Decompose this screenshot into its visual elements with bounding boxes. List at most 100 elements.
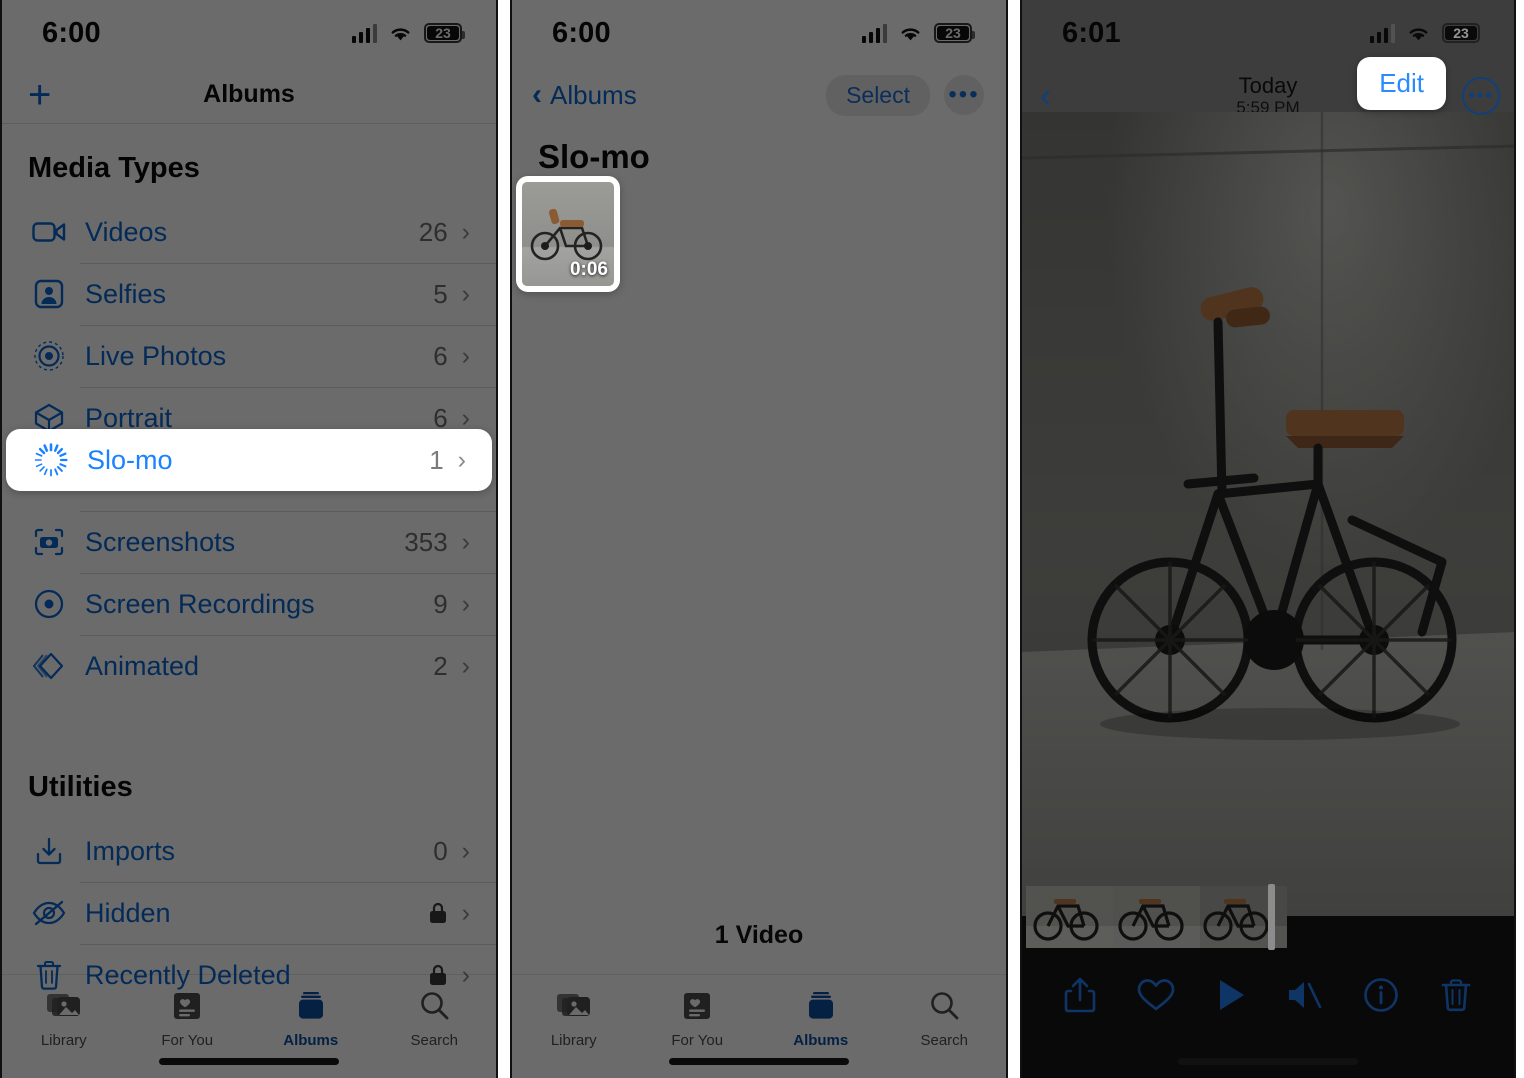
favorite-button[interactable] [1137,978,1175,1012]
battery-icon: 23 [424,23,465,43]
tab-label: Library [550,1032,597,1049]
chevron-right-icon: › [461,898,470,927]
filmstrip-playhead[interactable] [1268,884,1275,950]
status-time: 6:00 [42,16,101,49]
tab-label: Search [410,1032,459,1049]
imports-icon [26,831,72,871]
more-options-button[interactable]: ••• [944,75,984,115]
select-button[interactable]: Select [826,74,930,116]
list-item-count: 0 [433,835,448,866]
info-button[interactable] [1363,977,1399,1013]
list-item-label: Animated [85,650,200,681]
battery-icon: 23 [934,23,975,43]
chevron-right-icon: › [461,279,470,308]
animated-icon [26,646,72,686]
add-album-button[interactable]: + [28,75,51,115]
list-item-count: 353 [404,526,448,557]
lock-icon [428,901,462,925]
list-item-slomo-highlighted[interactable]: Slo-mo 1 › [6,429,492,491]
chevron-right-icon: › [461,217,470,246]
albums-icon [295,987,327,1025]
screen-recording-icon [26,584,72,624]
list-item-count: 5 [433,278,448,309]
video-thumbnail-highlighted[interactable]: 0:06 [516,176,620,292]
nav-bar: ‹ Albums Select ••• [512,66,1006,124]
edit-button-highlighted[interactable]: Edit [1357,57,1446,110]
list-item-label: Hidden [85,897,171,928]
phone-panel-slomo-album: 6:00 23 ‹ Albums Select ••• Slo-mo 1 Vid… [510,0,1008,1078]
screenshot-camera-icon [26,522,72,562]
panel-gap [498,0,510,1078]
tab-albums[interactable]: Albums [759,987,883,1049]
play-button[interactable] [1216,978,1246,1012]
tab-library[interactable]: Library [512,987,636,1049]
list-item-videos[interactable]: Videos 26 › [2,201,496,263]
battery-percent: 23 [1453,25,1469,41]
video-camera-icon [26,212,72,252]
video-filmstrip[interactable] [1026,886,1288,948]
three-panel-screenshot: 6:00 23 + Albums Media Types Videos 26 ›… [0,0,1524,1078]
list-item-count: 6 [433,340,448,371]
filmstrip-frame[interactable] [1113,886,1200,948]
video-toolbar [1022,964,1514,1026]
albums-icon [805,987,837,1025]
photo-viewer[interactable] [1022,112,1514,916]
list-item-imports[interactable]: Imports 0 › [2,820,496,882]
cellular-bars-icon [861,23,887,43]
list-item-label: Videos [85,216,168,247]
share-button[interactable] [1064,977,1096,1013]
section-header-media-types: Media Types [28,152,200,184]
tab-for-you[interactable]: For You [636,987,760,1049]
delete-button[interactable] [1440,978,1472,1012]
video-thumbnail[interactable]: 0:06 [522,182,614,286]
chevron-left-icon: ‹ [532,78,542,111]
back-label: Albums [550,79,637,110]
filmstrip-frame[interactable] [1026,886,1113,948]
tab-label: Search [920,1032,969,1049]
list-item-label: Slo-mo [87,444,173,475]
more-options-button[interactable]: ••• [1462,77,1500,115]
cellular-bars-icon [1369,23,1395,43]
list-item-animated[interactable]: Animated 2 › [2,635,496,697]
list-item-hidden[interactable]: Hidden › [2,882,496,944]
mute-button[interactable] [1286,978,1322,1012]
hidden-eye-icon [26,893,72,933]
section-header-utilities: Utilities [28,771,133,803]
list-item-label: Screenshots [85,526,236,557]
chevron-right-icon: › [461,341,470,370]
list-item-label: Screen Recordings [85,588,315,619]
tab-search[interactable]: Search [883,987,1007,1049]
tab-for-you[interactable]: For You [126,987,250,1049]
for-you-icon [172,987,202,1025]
list-item-live-photos[interactable]: Live Photos 6 › [2,325,496,387]
phone-panel-albums: 6:00 23 + Albums Media Types Videos 26 ›… [0,0,498,1078]
chevron-right-icon: › [457,445,466,474]
back-to-albums-button[interactable]: ‹ Albums [532,80,637,111]
tab-search[interactable]: Search [373,987,497,1049]
back-button[interactable]: ‹ [1040,79,1051,113]
list-item-label: Live Photos [85,340,227,371]
tab-library[interactable]: Library [2,987,126,1049]
chevron-right-icon: › [461,527,470,556]
search-icon [928,987,960,1025]
list-item-screen-recordings[interactable]: Screen Recordings 9 › [2,573,496,635]
selfie-portrait-icon [26,274,72,314]
home-indicator [669,1058,849,1065]
list-item-selfies[interactable]: Selfies 5 › [2,263,496,325]
wifi-icon [388,24,413,43]
phone-panel-video-viewer: 6:01 23 ‹ Today 5:59 PM ••• Edit [1020,0,1516,1078]
battery-percent: 23 [945,25,961,41]
chevron-right-icon: › [461,589,470,618]
library-icon [46,987,82,1025]
list-item-count: 1 [429,444,444,475]
tab-label: For You [161,1032,214,1049]
list-item-screenshots[interactable]: Screenshots 353 › [2,511,496,573]
chevron-right-icon: › [461,836,470,865]
tab-albums[interactable]: Albums [249,987,373,1049]
slo-mo-icon [28,440,74,480]
cellular-bars-icon [351,23,377,43]
video-duration: 0:06 [569,259,608,280]
home-indicator [1178,1058,1358,1065]
tab-label: Library [40,1032,87,1049]
tab-label: Albums [283,1032,339,1049]
